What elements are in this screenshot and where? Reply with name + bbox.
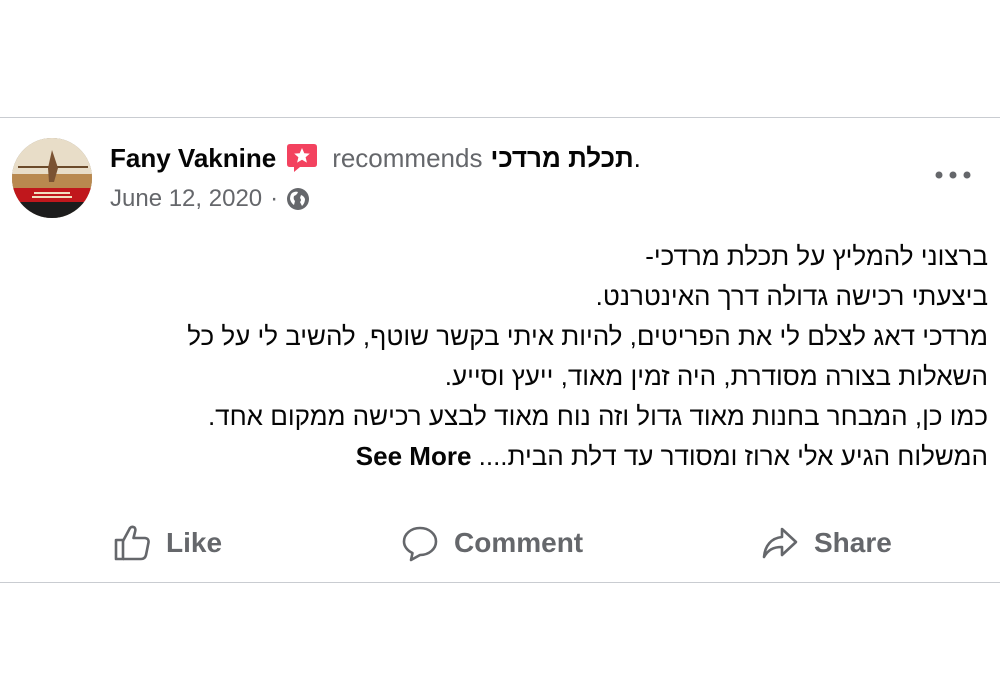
post-card: Fany Vaknine recommends תכלת מרדכי. June… [0, 117, 1000, 583]
share-label: Share [814, 527, 892, 558]
post-date[interactable]: June 12, 2020 [110, 184, 262, 214]
like-button[interactable]: Like [112, 518, 222, 568]
post-body-line: השאלות בצורה מסודרת, היה זמין מאוד, ייעץ… [444, 361, 988, 391]
post-body-line: כמו כן, המבחר בחנות מאוד גדול וזה נוח מא… [207, 401, 988, 431]
see-more-link[interactable]: See More [356, 441, 472, 471]
comment-label: Comment [454, 527, 584, 558]
avatar-photo [12, 138, 92, 218]
recommendation-star-icon [286, 142, 318, 174]
post-body: ברצוני להמליץ על תכלת מרדכי- ביצעתי רכיש… [88, 236, 988, 476]
meta-separator: · [270, 185, 279, 212]
like-label: Like [166, 527, 223, 558]
avatar[interactable] [12, 138, 92, 218]
author-name[interactable]: Fany Vaknine [110, 142, 276, 174]
share-button[interactable]: Share [760, 518, 892, 568]
recommends-label: recommends [332, 143, 483, 173]
page-name-link[interactable]: תכלת מרדכי [490, 142, 633, 174]
post-body-line: ביצעתי רכישה גדולה דרך האינטרנט. [595, 281, 988, 311]
comment-icon [402, 526, 438, 562]
like-icon [114, 525, 150, 561]
post-meta: June 12, 2020 · [110, 184, 310, 214]
post-body-line: מרדכי דאג לצלם לי את הפריטים, להיות איתי… [187, 321, 988, 351]
globe-icon[interactable] [286, 187, 310, 211]
comment-button[interactable]: Comment [400, 518, 583, 568]
post-body-line: ברצוני להמליץ על תכלת מרדכי- [645, 241, 988, 271]
more-options-icon[interactable] [930, 162, 976, 188]
header-period: . [633, 143, 641, 173]
post-body-last-line: המשלוח הגיע אלי ארוז ומסודר עד דלת הבית.… [88, 436, 988, 476]
share-icon [762, 527, 798, 559]
action-bar: Like Comment Share [0, 518, 1000, 568]
post-body-line: המשלוח הגיע אלי ארוז ומסודר עד דלת הבית.… [478, 441, 988, 471]
post-header: Fany Vaknine recommends תכלת מרדכי. [110, 142, 641, 174]
